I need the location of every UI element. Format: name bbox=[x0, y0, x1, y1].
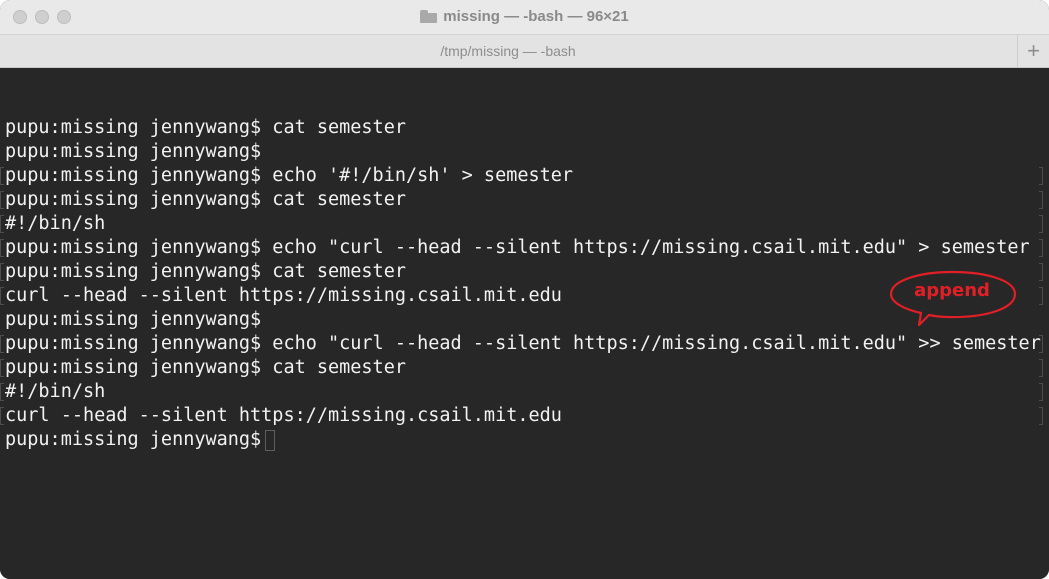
line-marker-right bbox=[1039, 383, 1043, 401]
terminal-line: curl --head --silent https://missing.csa… bbox=[5, 285, 562, 306]
terminal-line: pupu:missing jennywang$ cat semester bbox=[5, 261, 406, 282]
line-marker-right bbox=[1039, 215, 1043, 233]
line-marker-left bbox=[0, 215, 4, 233]
terminal-line: pupu:missing jennywang$ bbox=[5, 309, 262, 330]
text-cursor bbox=[265, 430, 275, 451]
line-marker-left bbox=[0, 383, 4, 401]
line-marker-right bbox=[1039, 359, 1043, 377]
line-marker-right bbox=[1039, 287, 1043, 305]
line-marker-left bbox=[0, 239, 4, 257]
line-marker-left bbox=[0, 359, 4, 377]
line-marker-right bbox=[1039, 167, 1043, 185]
folder-icon bbox=[420, 10, 438, 23]
line-marker-right bbox=[1039, 407, 1043, 425]
terminal-line: #!/bin/sh bbox=[5, 381, 106, 402]
terminal-line: pupu:missing jennywang$ bbox=[5, 429, 273, 450]
line-marker-left bbox=[0, 191, 4, 209]
terminal-line: pupu:missing jennywang$ echo '#!/bin/sh'… bbox=[5, 165, 574, 186]
line-marker-left bbox=[0, 407, 4, 425]
terminal-line: pupu:missing jennywang$ echo "curl --hea… bbox=[5, 333, 1041, 354]
window-title: missing — -bash — 96×21 bbox=[443, 8, 629, 25]
terminal-window: missing — -bash — 96×21 /tmp/missing — -… bbox=[0, 0, 1049, 579]
line-marker-right bbox=[1039, 239, 1043, 257]
tab-bar: /tmp/missing — -bash + bbox=[0, 34, 1049, 68]
line-marker-left bbox=[0, 287, 4, 305]
title-bar[interactable]: missing — -bash — 96×21 bbox=[0, 0, 1049, 34]
line-marker-left bbox=[0, 335, 4, 353]
window-title-group: missing — -bash — 96×21 bbox=[0, 8, 1049, 25]
line-marker-right bbox=[1039, 263, 1043, 281]
append-callout: append bbox=[888, 270, 1020, 335]
new-tab-button[interactable]: + bbox=[1017, 35, 1049, 68]
line-marker-left bbox=[0, 167, 4, 185]
terminal-line: pupu:missing jennywang$ cat semester bbox=[5, 189, 406, 210]
terminal-line: curl --head --silent https://missing.csa… bbox=[5, 405, 562, 426]
terminal-line: #!/bin/sh bbox=[5, 213, 106, 234]
terminal-line: pupu:missing jennywang$ cat semester bbox=[5, 117, 406, 138]
terminal-line: pupu:missing jennywang$ cat semester bbox=[5, 357, 406, 378]
line-marker-right bbox=[1039, 335, 1043, 353]
callout-text: append bbox=[914, 280, 990, 301]
line-marker-right bbox=[1039, 191, 1043, 209]
line-marker-left bbox=[0, 263, 4, 281]
tab-tmp-missing[interactable]: /tmp/missing — -bash bbox=[0, 35, 1016, 68]
terminal-line: pupu:missing jennywang$ bbox=[5, 141, 262, 162]
terminal-line: pupu:missing jennywang$ echo "curl --hea… bbox=[5, 237, 1030, 258]
